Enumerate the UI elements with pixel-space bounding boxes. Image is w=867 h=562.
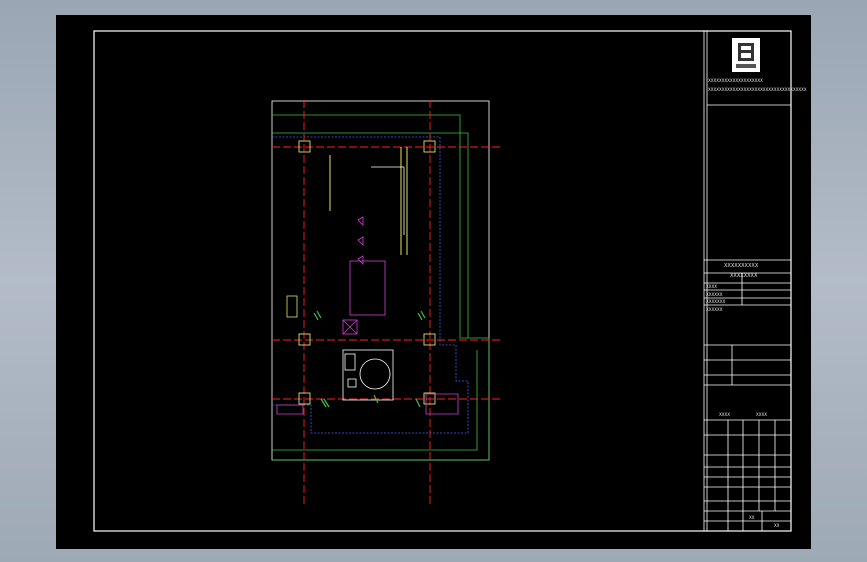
- drawing-sheet: ХХХХХХХХХХХХХХХХХХХХ ХХХХХХХХХХХХХХХХХХХ…: [93, 30, 807, 532]
- company-logo: [732, 38, 760, 72]
- company-subline: ХХХХХХХХХХХХХХХХХХХХХХХХХХХХХХХХХХХХ: [708, 87, 807, 92]
- bathroom: [342, 349, 394, 401]
- site-boundary: [271, 100, 490, 461]
- sheet-frame: [93, 30, 792, 532]
- project-line-1: ХХХХХХХХХХ: [724, 263, 759, 269]
- company-line: ХХХХХХХХХХХХХХХХХХХХ: [708, 78, 763, 83]
- axis-grid: [272, 100, 501, 505]
- title-row-1: ХХХХ: [706, 284, 717, 289]
- sheet-label-1: ХХХХ: [719, 412, 730, 417]
- title-block: [703, 31, 791, 531]
- columns: [298, 140, 436, 405]
- title-row-3: ХХХХХХХ: [706, 299, 725, 304]
- cad-viewport[interactable]: ХХХХХХХХХХХХХХХХХХХХ ХХХХХХХХХХХХХХХХХХХ…: [56, 15, 811, 549]
- floor-plan: [271, 100, 501, 505]
- sheet-number: ХХ: [774, 523, 780, 528]
- project-line-2: ХХХХХХХХ: [730, 273, 758, 279]
- yellow-box: [286, 295, 298, 318]
- sheet-label-2: ХХХХ: [756, 412, 767, 417]
- scale-label: ХХ: [749, 515, 755, 520]
- title-row-2: ХХХХХХ: [706, 292, 723, 297]
- green-hatches: [313, 310, 426, 408]
- blue-dashed-outline: [272, 136, 469, 434]
- title-row-4: ХХХХХХ: [706, 307, 723, 312]
